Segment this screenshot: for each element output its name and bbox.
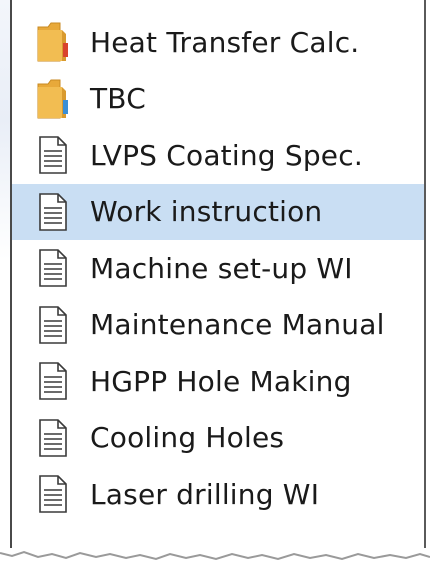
file-list-item[interactable]: Laser drilling WI xyxy=(12,466,424,523)
file-list-item[interactable]: TBC xyxy=(12,71,424,128)
file-list-item[interactable]: Cooling Holes xyxy=(12,410,424,467)
file-list-item-label: HGPP Hole Making xyxy=(90,364,352,398)
torn-paper-edge xyxy=(0,550,430,569)
file-list-item[interactable]: Maintenance Manual xyxy=(12,297,424,354)
file-list-item-label: Laser drilling WI xyxy=(90,477,320,511)
file-list-item-label: Work instruction xyxy=(90,195,323,229)
file-list: Heat Transfer Calc. TBC LVPS Coating Spec.… xyxy=(12,14,424,523)
document-icon xyxy=(36,417,70,459)
file-list-item-label: TBC xyxy=(90,82,146,116)
document-icon xyxy=(36,360,70,402)
file-list-item[interactable]: LVPS Coating Spec. xyxy=(12,127,424,184)
document-icon xyxy=(36,304,70,346)
document-icon xyxy=(36,191,70,233)
file-list-item[interactable]: HGPP Hole Making xyxy=(12,353,424,410)
file-list-item[interactable]: Heat Transfer Calc. xyxy=(12,14,424,71)
file-list-item-label: LVPS Coating Spec. xyxy=(90,138,363,172)
document-icon xyxy=(36,134,70,176)
file-list-item-label: Heat Transfer Calc. xyxy=(90,25,360,59)
document-icon xyxy=(36,247,70,289)
file-list-panel: Heat Transfer Calc. TBC LVPS Coating Spec.… xyxy=(10,0,426,548)
folder-icon xyxy=(36,21,70,63)
file-list-item[interactable]: Work instruction xyxy=(12,183,424,240)
file-list-item-label: Cooling Holes xyxy=(90,421,285,455)
file-list-item[interactable]: Machine set-up WI xyxy=(12,240,424,297)
file-list-item-label: Maintenance Manual xyxy=(90,308,385,342)
file-list-item-label: Machine set-up WI xyxy=(90,251,353,285)
document-icon xyxy=(36,473,70,515)
folder-icon xyxy=(36,78,70,120)
file-list-screenshot: Heat Transfer Calc. TBC LVPS Coating Spec.… xyxy=(0,0,430,569)
